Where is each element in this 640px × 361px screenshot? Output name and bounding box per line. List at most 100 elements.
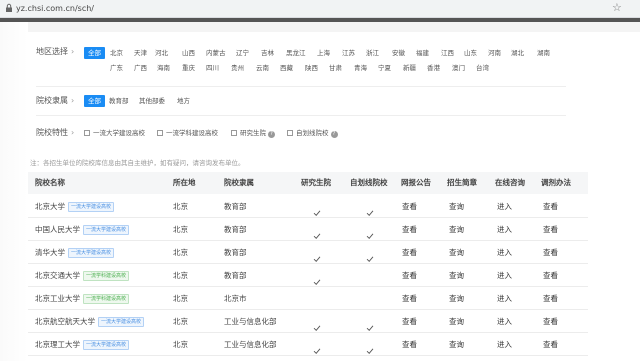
enter-consult-link[interactable]: 进入 <box>497 317 512 327</box>
enter-consult-link[interactable]: 进入 <box>497 248 512 258</box>
region-option[interactable]: 辽宁 <box>236 48 249 58</box>
divider <box>36 86 566 87</box>
region-option[interactable]: 山西 <box>182 48 195 58</box>
region-option[interactable]: 香港 <box>427 63 440 73</box>
view-notice-link[interactable]: 查看 <box>402 340 417 350</box>
query-brochure-link[interactable]: 查询 <box>449 317 464 327</box>
school-name-link[interactable]: 北京交通大学 <box>35 271 80 280</box>
enter-consult-link[interactable]: 进入 <box>497 294 512 304</box>
enter-consult-link[interactable]: 进入 <box>497 340 512 350</box>
help-icon[interactable]: ? <box>330 131 338 138</box>
view-notice-link[interactable]: 查看 <box>402 202 417 212</box>
region-option[interactable]: 北京 <box>110 48 123 58</box>
view-adjust-link[interactable]: 查看 <box>543 248 558 258</box>
school-name-link[interactable]: 北京航空航天大学 <box>35 317 95 326</box>
affiliation-option[interactable]: 全部 <box>84 95 105 107</box>
school-name-link[interactable]: 北京大学 <box>35 202 65 211</box>
region-option[interactable]: 广东 <box>110 63 123 73</box>
region-option[interactable]: 福建 <box>416 48 429 58</box>
view-adjust-link[interactable]: 查看 <box>543 294 558 304</box>
enter-consult-link[interactable]: 进入 <box>497 225 512 235</box>
school-name-cell: 北京航空航天大学 一流大学建设高校 <box>35 317 145 327</box>
query-brochure-link[interactable]: 查询 <box>449 225 464 235</box>
url-text[interactable]: yz.chsi.com.cn/sch/ <box>16 3 94 15</box>
bookmark-star-icon[interactable]: ☆ <box>612 2 622 14</box>
school-tag-badge: 一流学科建设高校 <box>83 294 130 304</box>
region-option[interactable]: 重庆 <box>182 63 195 73</box>
school-name-link[interactable]: 北京理工大学 <box>35 340 80 349</box>
region-option[interactable]: 上海 <box>317 48 330 58</box>
school-name-link[interactable]: 清华大学 <box>35 248 65 257</box>
checkbox-square[interactable] <box>231 130 237 136</box>
address-bar[interactable]: yz.chsi.com.cn/sch/ ☆ <box>0 0 640 18</box>
feature-checkbox[interactable]: 自划线院校? <box>287 128 338 138</box>
region-option[interactable]: 湖南 <box>537 48 550 58</box>
location-cell: 北京 <box>173 294 188 303</box>
view-adjust-link[interactable]: 查看 <box>543 271 558 281</box>
region-option[interactable]: 河北 <box>155 48 168 58</box>
region-option[interactable]: 浙江 <box>366 48 379 58</box>
region-option-all[interactable]: 全部 <box>84 47 105 59</box>
region-option[interactable]: 云南 <box>256 63 269 73</box>
region-option[interactable]: 吉林 <box>261 48 274 58</box>
column-header: 网报公告 <box>401 178 431 187</box>
checkbox-square[interactable] <box>287 130 293 136</box>
region-option[interactable]: 安徽 <box>392 48 405 58</box>
view-adjust-link[interactable]: 查看 <box>543 317 558 327</box>
view-adjust-link[interactable]: 查看 <box>543 225 558 235</box>
region-option[interactable]: 河南 <box>488 48 501 58</box>
view-notice-link[interactable]: 查看 <box>402 294 417 304</box>
region-option[interactable]: 贵州 <box>231 63 244 73</box>
region-option[interactable]: 内蒙古 <box>206 48 226 58</box>
query-brochure-link[interactable]: 查询 <box>449 340 464 350</box>
help-icon[interactable]: ? <box>268 131 275 138</box>
view-notice-link[interactable]: 查看 <box>402 271 417 281</box>
query-brochure-link[interactable]: 查询 <box>449 294 464 304</box>
column-header: 自划线院校 <box>350 178 388 187</box>
enter-consult-link[interactable]: 进入 <box>497 271 512 281</box>
check-icon <box>366 202 374 216</box>
region-option[interactable]: 新疆 <box>403 63 416 73</box>
notice-text: 注：各招生单位的院校库信息由其自主维护，如有疑问，请咨询发布单位。 <box>30 159 245 167</box>
school-name-cell: 北京交通大学 一流学科建设高校 <box>35 271 130 281</box>
checkbox-square[interactable] <box>84 130 90 136</box>
feature-checkbox[interactable]: 研究生院? <box>231 128 275 138</box>
checkbox-square[interactable] <box>157 130 163 136</box>
feature-checkbox[interactable]: 一流学科建设高校 <box>157 128 218 138</box>
region-option[interactable]: 西藏 <box>280 63 293 73</box>
region-option[interactable]: 澳门 <box>452 63 465 73</box>
school-name-link[interactable]: 北京工业大学 <box>35 294 80 303</box>
region-option[interactable]: 四川 <box>206 63 219 73</box>
query-brochure-link[interactable]: 查询 <box>449 248 464 258</box>
affiliation-option[interactable]: 其他部委 <box>139 96 165 106</box>
enter-consult-link[interactable]: 进入 <box>497 202 512 212</box>
school-tag-badge: 一流大学建设高校 <box>83 340 130 350</box>
region-option[interactable]: 湖北 <box>511 48 524 58</box>
view-adjust-link[interactable]: 查看 <box>543 340 558 350</box>
region-option[interactable]: 青海 <box>354 63 367 73</box>
query-brochure-link[interactable]: 查询 <box>449 271 464 281</box>
region-option[interactable]: 江西 <box>441 48 454 58</box>
region-option[interactable]: 陕西 <box>305 63 318 73</box>
school-name-link[interactable]: 中国人民大学 <box>35 225 80 234</box>
region-option[interactable]: 海南 <box>157 63 170 73</box>
feature-checkbox[interactable]: 一流大学建设高校 <box>84 128 145 138</box>
affiliation-cell: 教育部 <box>224 202 247 211</box>
region-option[interactable]: 甘肃 <box>329 63 342 73</box>
region-option[interactable]: 台湾 <box>476 63 489 73</box>
view-notice-link[interactable]: 查看 <box>402 248 417 258</box>
affiliation-option[interactable]: 地方 <box>177 96 190 106</box>
view-adjust-link[interactable]: 查看 <box>543 202 558 212</box>
region-option[interactable]: 江苏 <box>342 48 355 58</box>
region-option[interactable]: 广西 <box>134 63 147 73</box>
affiliation-cell: 工业与信息化部 <box>224 317 277 326</box>
region-option[interactable]: 宁夏 <box>378 63 391 73</box>
affiliation-option[interactable]: 教育部 <box>109 96 129 106</box>
view-notice-link[interactable]: 查看 <box>402 317 417 327</box>
region-option[interactable]: 天津 <box>134 48 147 58</box>
region-option[interactable]: 山东 <box>464 48 477 58</box>
region-option[interactable]: 黑龙江 <box>286 48 306 58</box>
view-notice-link[interactable]: 查看 <box>402 225 417 235</box>
query-brochure-link[interactable]: 查询 <box>449 202 464 212</box>
check-icon <box>313 225 321 239</box>
